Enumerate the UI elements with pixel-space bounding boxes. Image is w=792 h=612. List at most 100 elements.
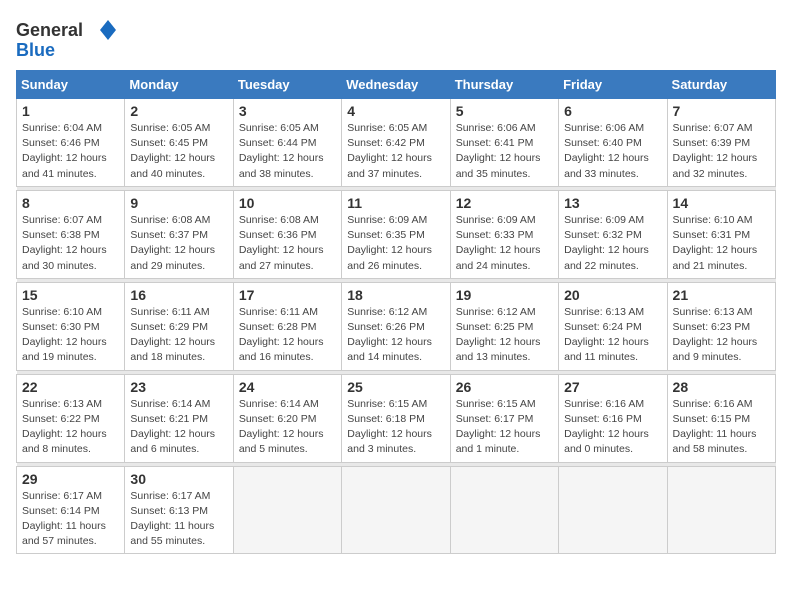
calendar-day-cell: 26Sunrise: 6:15 AMSunset: 6:17 PMDayligh… <box>450 374 558 462</box>
calendar-header-tuesday: Tuesday <box>233 71 341 99</box>
day-info: Sunrise: 6:05 AMSunset: 6:45 PMDaylight:… <box>130 122 215 180</box>
day-number: 19 <box>456 287 553 303</box>
day-number: 10 <box>239 195 336 211</box>
calendar-day-cell <box>559 466 667 554</box>
day-number: 29 <box>22 471 119 487</box>
calendar-day-cell: 11 Sunrise: 6:09 AMSunset: 6:35 PMDayligh… <box>342 190 450 278</box>
day-info: Sunrise: 6:14 AMSunset: 6:20 PMDaylight:… <box>239 398 324 456</box>
calendar-day-cell: 3Sunrise: 6:05 AMSunset: 6:44 PMDaylight… <box>233 99 341 187</box>
day-info: Sunrise: 6:12 AMSunset: 6:25 PMDaylight:… <box>456 306 541 364</box>
calendar-week-row: 8 Sunrise: 6:07 AMSunset: 6:38 PMDaylight… <box>17 190 776 278</box>
day-info: Sunrise: 6:09 AMSunset: 6:32 PMDaylight:… <box>564 214 649 272</box>
calendar-day-cell: 14Sunrise: 6:10 AMSunset: 6:31 PMDayligh… <box>667 190 775 278</box>
calendar-day-cell: 18 Sunrise: 6:12 AMSunset: 6:26 PMDayligh… <box>342 282 450 370</box>
day-number: 20 <box>564 287 661 303</box>
day-info: Sunrise: 6:16 AMSunset: 6:15 PMDaylight:… <box>673 398 757 456</box>
day-number: 3 <box>239 103 336 119</box>
day-info: Sunrise: 6:17 AMSunset: 6:13 PMDaylight:… <box>130 490 214 548</box>
calendar-day-cell: 17 Sunrise: 6:11 AMSunset: 6:28 PMDayligh… <box>233 282 341 370</box>
calendar-header-friday: Friday <box>559 71 667 99</box>
day-number: 21 <box>673 287 770 303</box>
day-number: 7 <box>673 103 770 119</box>
day-number: 16 <box>130 287 227 303</box>
calendar-day-cell: 6Sunrise: 6:06 AMSunset: 6:40 PMDaylight… <box>559 99 667 187</box>
calendar-day-cell: 27Sunrise: 6:16 AMSunset: 6:16 PMDayligh… <box>559 374 667 462</box>
day-number: 25 <box>347 379 444 395</box>
day-number: 18 <box>347 287 444 303</box>
calendar-day-cell: 5 Sunrise: 6:06 AMSunset: 6:41 PMDaylight… <box>450 99 558 187</box>
calendar-week-row: 29 Sunrise: 6:17 AMSunset: 6:14 PMDayligh… <box>17 466 776 554</box>
day-info: Sunrise: 6:13 AMSunset: 6:23 PMDaylight:… <box>673 306 758 364</box>
calendar-day-cell: 9 Sunrise: 6:08 AMSunset: 6:37 PMDaylight… <box>125 190 233 278</box>
calendar-table: SundayMondayTuesdayWednesdayThursdayFrid… <box>16 70 776 554</box>
calendar-day-cell <box>233 466 341 554</box>
calendar-day-cell: 4 Sunrise: 6:05 AMSunset: 6:42 PMDaylight… <box>342 99 450 187</box>
day-number: 27 <box>564 379 661 395</box>
calendar-day-cell <box>450 466 558 554</box>
day-info: Sunrise: 6:08 AMSunset: 6:36 PMDaylight:… <box>239 214 324 272</box>
calendar-header-saturday: Saturday <box>667 71 775 99</box>
calendar-header-monday: Monday <box>125 71 233 99</box>
calendar-week-row: 15 Sunrise: 6:10 AMSunset: 6:30 PMDayligh… <box>17 282 776 370</box>
calendar-header-thursday: Thursday <box>450 71 558 99</box>
calendar-day-cell: 23 Sunrise: 6:14 AMSunset: 6:21 PMDayligh… <box>125 374 233 462</box>
calendar-day-cell: 15 Sunrise: 6:10 AMSunset: 6:30 PMDayligh… <box>17 282 125 370</box>
day-number: 2 <box>130 103 227 119</box>
day-number: 1 <box>22 103 119 119</box>
day-number: 5 <box>456 103 553 119</box>
day-info: Sunrise: 6:11 AMSunset: 6:29 PMDaylight:… <box>130 306 215 364</box>
day-info: Sunrise: 6:13 AMSunset: 6:22 PMDaylight:… <box>22 398 107 456</box>
calendar-week-row: 1 Sunrise: 6:04 AMSunset: 6:46 PMDaylight… <box>17 99 776 187</box>
day-number: 28 <box>673 379 770 395</box>
day-number: 11 <box>347 195 444 211</box>
day-number: 12 <box>456 195 553 211</box>
calendar-day-cell: 25 Sunrise: 6:15 AMSunset: 6:18 PMDayligh… <box>342 374 450 462</box>
day-number: 22 <box>22 379 119 395</box>
calendar-day-cell: 19 Sunrise: 6:12 AMSunset: 6:25 PMDayligh… <box>450 282 558 370</box>
day-info: Sunrise: 6:14 AMSunset: 6:21 PMDaylight:… <box>130 398 215 456</box>
calendar-day-cell: 7 Sunrise: 6:07 AMSunset: 6:39 PMDaylight… <box>667 99 775 187</box>
day-info: Sunrise: 6:10 AMSunset: 6:30 PMDaylight:… <box>22 306 107 364</box>
day-info: Sunrise: 6:06 AMSunset: 6:41 PMDaylight:… <box>456 122 541 180</box>
calendar-week-row: 22 Sunrise: 6:13 AMSunset: 6:22 PMDayligh… <box>17 374 776 462</box>
calendar-day-cell: 20Sunrise: 6:13 AMSunset: 6:24 PMDayligh… <box>559 282 667 370</box>
day-info: Sunrise: 6:09 AMSunset: 6:33 PMDaylight:… <box>456 214 541 272</box>
day-info: Sunrise: 6:17 AMSunset: 6:14 PMDaylight:… <box>22 490 106 548</box>
page-header: General Blue <box>16 16 776 60</box>
day-info: Sunrise: 6:07 AMSunset: 6:38 PMDaylight:… <box>22 214 107 272</box>
day-info: Sunrise: 6:09 AMSunset: 6:35 PMDaylight:… <box>347 214 432 272</box>
logo: General Blue <box>16 16 116 60</box>
calendar-day-cell: 1 Sunrise: 6:04 AMSunset: 6:46 PMDaylight… <box>17 99 125 187</box>
calendar-day-cell: 12 Sunrise: 6:09 AMSunset: 6:33 PMDayligh… <box>450 190 558 278</box>
day-number: 8 <box>22 195 119 211</box>
calendar-day-cell: 2 Sunrise: 6:05 AMSunset: 6:45 PMDaylight… <box>125 99 233 187</box>
day-info: Sunrise: 6:07 AMSunset: 6:39 PMDaylight:… <box>673 122 758 180</box>
logo-svg: General Blue <box>16 16 116 60</box>
day-info: Sunrise: 6:12 AMSunset: 6:26 PMDaylight:… <box>347 306 432 364</box>
day-info: Sunrise: 6:04 AMSunset: 6:46 PMDaylight:… <box>22 122 107 180</box>
day-number: 14 <box>673 195 770 211</box>
day-number: 24 <box>239 379 336 395</box>
calendar-day-cell: 30 Sunrise: 6:17 AMSunset: 6:13 PMDayligh… <box>125 466 233 554</box>
day-number: 9 <box>130 195 227 211</box>
calendar-header-wednesday: Wednesday <box>342 71 450 99</box>
calendar-header-sunday: Sunday <box>17 71 125 99</box>
day-info: Sunrise: 6:05 AMSunset: 6:42 PMDaylight:… <box>347 122 432 180</box>
calendar-day-cell: 10 Sunrise: 6:08 AMSunset: 6:36 PMDayligh… <box>233 190 341 278</box>
calendar-day-cell: 22 Sunrise: 6:13 AMSunset: 6:22 PMDayligh… <box>17 374 125 462</box>
day-info: Sunrise: 6:15 AMSunset: 6:17 PMDaylight:… <box>456 398 541 456</box>
calendar-day-cell: 21 Sunrise: 6:13 AMSunset: 6:23 PMDayligh… <box>667 282 775 370</box>
day-info: Sunrise: 6:15 AMSunset: 6:18 PMDaylight:… <box>347 398 432 456</box>
calendar-day-cell: 13 Sunrise: 6:09 AMSunset: 6:32 PMDayligh… <box>559 190 667 278</box>
day-number: 13 <box>564 195 661 211</box>
calendar-day-cell <box>342 466 450 554</box>
calendar-day-cell: 8 Sunrise: 6:07 AMSunset: 6:38 PMDaylight… <box>17 190 125 278</box>
day-number: 23 <box>130 379 227 395</box>
day-info: Sunrise: 6:08 AMSunset: 6:37 PMDaylight:… <box>130 214 215 272</box>
day-info: Sunrise: 6:06 AMSunset: 6:40 PMDaylight:… <box>564 122 649 180</box>
day-number: 30 <box>130 471 227 487</box>
day-number: 17 <box>239 287 336 303</box>
day-info: Sunrise: 6:11 AMSunset: 6:28 PMDaylight:… <box>239 306 324 364</box>
day-number: 4 <box>347 103 444 119</box>
day-number: 15 <box>22 287 119 303</box>
